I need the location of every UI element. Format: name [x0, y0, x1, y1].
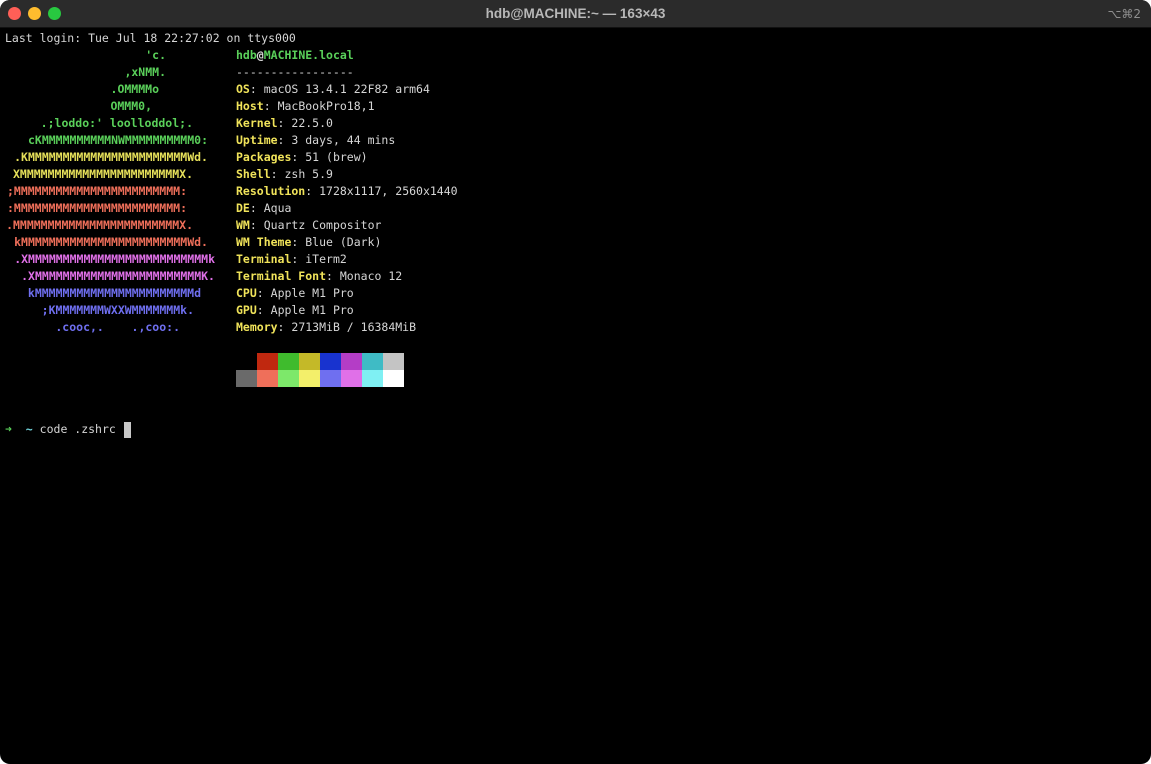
info-key: Uptime	[236, 133, 278, 147]
info-value: MacBookPro18,1	[277, 99, 375, 113]
info-value: Apple M1 Pro	[270, 303, 354, 317]
command-text[interactable]: code .zshrc	[40, 422, 116, 436]
info-key: Terminal	[236, 252, 292, 266]
title-bar[interactable]: hdb@MACHINE:~ — 163×43 ⌥⌘2	[0, 0, 1151, 28]
window-shortcut-label: ⌥⌘2	[1107, 7, 1141, 21]
info-key: GPU	[236, 303, 257, 317]
logo-line: ;MMMMMMMMMMMMMMMMMMMMMMMM:	[6, 184, 187, 198]
info-row: Uptime: 3 days, 44 mins	[236, 133, 396, 147]
info-key: Host	[236, 99, 264, 113]
logo-line: .OMMMMo	[110, 82, 159, 96]
info-key: Memory	[236, 320, 278, 334]
terminal-content[interactable]: Last login: Tue Jul 18 22:27:02 on ttys0…	[0, 28, 1151, 764]
info-row: WM Theme: Blue (Dark)	[236, 235, 382, 249]
logo-line: .MMMMMMMMMMMMMMMMMMMMMMMMX.	[6, 218, 193, 232]
color-swatch	[341, 370, 362, 387]
info-key: Shell	[236, 167, 271, 181]
info-value: 3 days, 44 mins	[291, 133, 396, 147]
color-swatch	[299, 353, 320, 370]
logo-line: .XMMMMMMMMMMMMMMMMMMMMMMMMK.	[21, 269, 215, 283]
info-row: Kernel: 22.5.0	[236, 116, 333, 130]
hostname: MACHINE.local	[263, 48, 354, 62]
info-key: WM Theme	[236, 235, 292, 249]
info-row: Shell: zsh 5.9	[236, 167, 333, 181]
logo-line: ,xNMM.	[124, 65, 166, 79]
info-key: WM	[236, 218, 250, 232]
info-row: Terminal: iTerm2	[236, 252, 347, 266]
logo-line: .XMMMMMMMMMMMMMMMMMMMMMMMMMMk	[14, 252, 215, 266]
info-value: Apple M1 Pro	[270, 286, 354, 300]
info-value: zsh 5.9	[284, 167, 333, 181]
info-value: 51 (brew)	[305, 150, 368, 164]
prompt-line[interactable]: ➜ ~ code .zshrc	[5, 421, 116, 438]
color-swatch	[320, 370, 341, 387]
info-row: Packages: 51 (brew)	[236, 150, 368, 164]
color-swatch	[299, 370, 320, 387]
info-value: 22.5.0	[291, 116, 333, 130]
info-value: iTerm2	[305, 252, 347, 266]
info-key: Resolution	[236, 184, 306, 198]
info-value: Aqua	[263, 201, 292, 215]
color-swatch	[320, 353, 341, 370]
logo-line: 'c.	[145, 48, 166, 62]
logo-line: .cooc,. .,coo:.	[55, 320, 180, 334]
info-row: Memory: 2713MiB / 16384MiB	[236, 320, 417, 334]
color-swatch	[362, 353, 383, 370]
info-row: Host: MacBookPro18,1	[236, 99, 375, 113]
color-swatch	[278, 370, 299, 387]
terminal-window: hdb@MACHINE:~ — 163×43 ⌥⌘2 Last login: T…	[0, 0, 1151, 764]
color-swatch	[236, 353, 257, 370]
logo-line: kMMMMMMMMMMMMMMMMMMMMMMMMWd.	[14, 235, 208, 249]
username: hdb	[236, 48, 257, 62]
logo-line: ;KMMMMMMMWXXWMMMMMMMk.	[41, 303, 194, 317]
logo-line: .;loddo:' loolloddol;.	[40, 116, 193, 130]
logo-line: .KMMMMMMMMMMMMMMMMMMMMMMMWd.	[14, 150, 208, 164]
info-value: Quartz Compositor	[263, 218, 382, 232]
prompt-arrow-icon: ➜	[5, 422, 12, 436]
logo-line: cKMMMMMMMMMMNWMMMMMMMMMM0:	[27, 133, 208, 147]
info-row: WM: Quartz Compositor	[236, 218, 382, 232]
info-key: CPU	[236, 286, 257, 300]
color-swatch	[383, 353, 404, 370]
logo-line: XMMMMMMMMMMMMMMMMMMMMMMMX.	[12, 167, 193, 181]
logo-line: OMMM0,	[110, 99, 152, 113]
info-value: Monaco 12	[339, 269, 403, 283]
window-title: hdb@MACHINE:~ — 163×43	[485, 6, 666, 21]
color-swatch	[383, 370, 404, 387]
color-swatch	[278, 353, 299, 370]
color-swatch	[362, 370, 383, 387]
logo-line: :MMMMMMMMMMMMMMMMMMMMMMMM:	[6, 201, 187, 215]
info-value: 1728x1117, 2560x1440	[319, 184, 458, 198]
info-row: CPU: Apple M1 Pro	[236, 286, 354, 300]
info-key: Kernel	[236, 116, 278, 130]
info-value: Blue (Dark)	[305, 235, 382, 249]
color-swatch	[257, 353, 278, 370]
info-value: macOS 13.4.1 22F82 arm64	[263, 82, 430, 96]
info-row: Terminal Font: Monaco 12	[236, 269, 403, 283]
info-row: GPU: Apple M1 Pro	[236, 303, 354, 317]
info-value: 2713MiB / 16384MiB	[291, 320, 417, 334]
info-row: Resolution: 1728x1117, 2560x1440	[236, 184, 458, 198]
prompt-directory: ~	[25, 422, 33, 436]
color-swatch	[257, 370, 278, 387]
info-key: Terminal Font	[236, 269, 327, 283]
text-cursor	[124, 422, 131, 438]
user-host-line: hdb@MACHINE.local	[236, 47, 354, 64]
last-login-line: Last login: Tue Jul 18 22:27:02 on ttys0…	[5, 31, 296, 45]
logo-line: kMMMMMMMMMMMMMMMMMMMMMMMd	[27, 286, 201, 300]
info-row: DE: Aqua	[236, 201, 292, 215]
at-sign: @	[256, 48, 264, 62]
separator-line: -----------------	[236, 65, 354, 79]
color-swatch	[341, 353, 362, 370]
info-key: Packages	[236, 150, 292, 164]
info-key: DE	[236, 201, 250, 215]
info-key: OS	[236, 82, 250, 96]
info-row: OS: macOS 13.4.1 22F82 arm64	[236, 82, 430, 96]
color-swatch	[236, 370, 257, 387]
